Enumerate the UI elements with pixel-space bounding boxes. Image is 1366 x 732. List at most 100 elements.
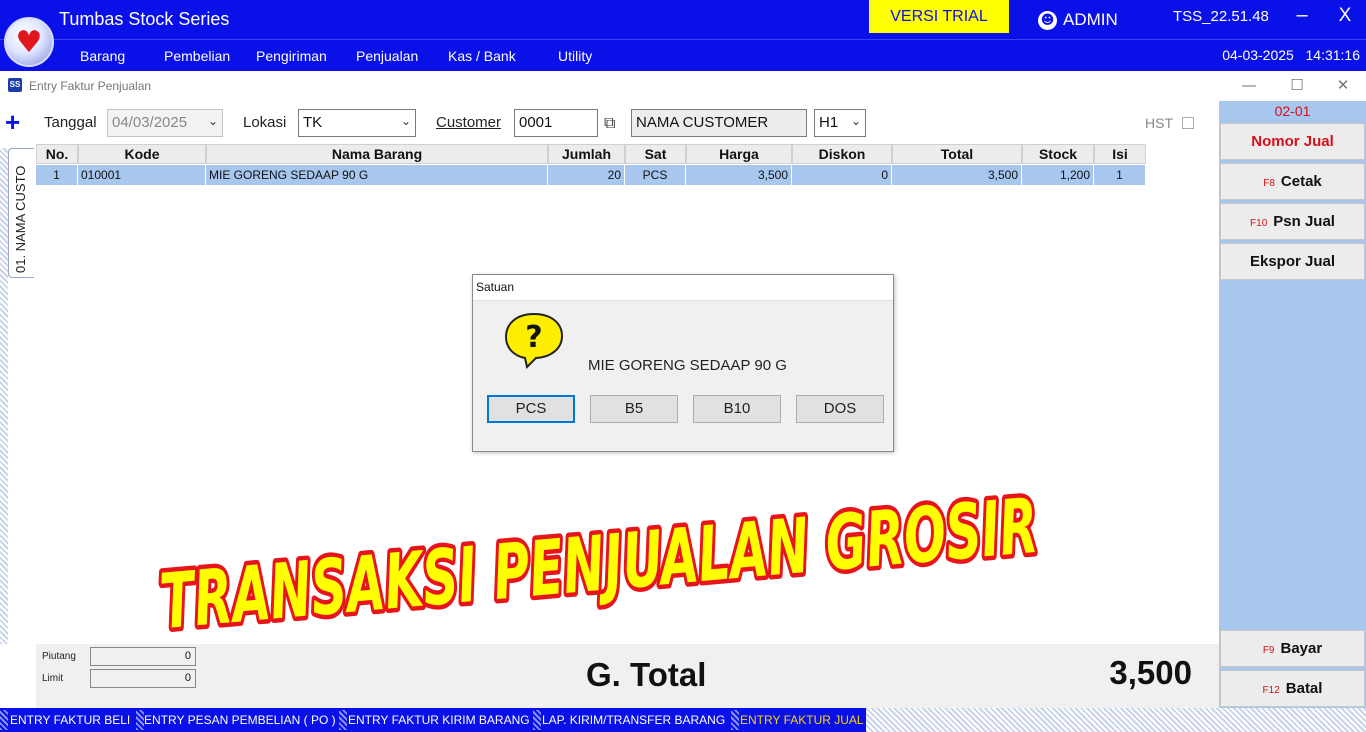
menu-barang[interactable]: Barang [80, 48, 125, 64]
col-header-kode[interactable]: Kode [78, 144, 206, 164]
window-minimize-button[interactable]: — [1241, 76, 1257, 94]
task-separator [339, 710, 347, 730]
customer-code-input[interactable]: 0001 [514, 109, 598, 137]
app-window: Tumbas Stock Series VERSI TRIAL ☻ ADMIN … [0, 0, 1366, 732]
col-header-harga[interactable]: Harga [686, 144, 792, 164]
table-row-cell-stock[interactable]: 1,200 [1022, 165, 1094, 185]
taskbar-filler [866, 708, 1366, 732]
task-entry-faktur-jual[interactable]: ENTRY FAKTUR JUAL [740, 711, 864, 729]
psn-jual-button[interactable]: F10 Psn Jual [1220, 203, 1365, 240]
cetak-shortcut: F8 [1263, 178, 1275, 189]
table-row-cell-harga[interactable]: 3,500 [686, 165, 792, 185]
psn-jual-label: Psn Jual [1273, 213, 1335, 230]
lokasi-value: TK [303, 114, 323, 131]
user-account[interactable]: ☻ ADMIN [1038, 10, 1118, 30]
copy-icon[interactable]: ⧉ [604, 113, 622, 133]
menu-pembelian[interactable]: Pembelian [164, 48, 230, 64]
nomor-jual-button[interactable]: Nomor Jual [1220, 123, 1365, 160]
tanggal-value: 04/03/2025 [112, 114, 188, 131]
price-level-value: H1 [819, 114, 839, 131]
question-balloon-icon: ? [504, 312, 564, 369]
tanggal-label: Tanggal [44, 114, 97, 131]
tanggal-field[interactable]: 04/03/2025 ⌄ [107, 109, 223, 137]
table-row-cell-jumlah[interactable]: 20 [548, 165, 625, 185]
batal-button[interactable]: F12 Batal [1220, 670, 1365, 707]
task-separator [0, 710, 8, 730]
col-header-sat[interactable]: Sat [625, 144, 686, 164]
task-entry-faktur-beli[interactable]: ENTRY FAKTUR BELI [10, 711, 130, 729]
menu-utility[interactable]: Utility [558, 48, 592, 64]
lokasi-select[interactable]: TK ⌄ [298, 109, 416, 137]
psn-jual-shortcut: F10 [1250, 218, 1268, 229]
window-maximize-button[interactable]: ☐ [1289, 76, 1305, 94]
svg-text:?: ? [525, 320, 542, 355]
bayar-button[interactable]: F9 Bayar [1220, 630, 1365, 667]
side-tab-label: 01. NAMA CUSTO [13, 165, 28, 273]
date-time: 04-03-2025 14:31:16 [1222, 47, 1360, 63]
banner-text: TRANSAKSI PENJUALAN GROSIR [157, 481, 1041, 632]
customer-side-tab[interactable]: 01. NAMA CUSTO [8, 148, 34, 278]
title-bar: Tumbas Stock Series VERSI TRIAL ☻ ADMIN … [0, 0, 1366, 39]
task-lap-kirim-transfer[interactable]: LAP. KIRIM/TRANSFER BARANG [542, 711, 725, 729]
limit-field: 0 [90, 669, 196, 688]
app-logo: ♥ [4, 17, 54, 67]
task-entry-faktur-kirim[interactable]: ENTRY FAKTUR KIRIM BARANG [348, 711, 530, 729]
chevron-down-icon: ⌄ [207, 114, 218, 128]
col-header-stock[interactable]: Stock [1022, 144, 1094, 164]
close-button[interactable]: X [1335, 5, 1355, 27]
batal-label: Batal [1285, 680, 1323, 697]
version-label: TSS_22.51.48 [1173, 8, 1269, 25]
bayar-label: Bayar [1280, 640, 1323, 657]
col-header-total[interactable]: Total [892, 144, 1022, 164]
task-separator [533, 710, 541, 730]
col-header-diskon[interactable]: Diskon [792, 144, 892, 164]
table-row-cell-sat[interactable]: PCS [625, 165, 686, 185]
table-row-cell-total[interactable]: 3,500 [892, 165, 1022, 185]
trial-badge: VERSI TRIAL [869, 0, 1009, 33]
menu-kas-bank[interactable]: Kas / Bank [448, 48, 516, 64]
table-row-cell-kode[interactable]: 010001 [78, 165, 206, 185]
cetak-label: Cetak [1280, 173, 1322, 190]
grand-total-value: 3,500 [1109, 654, 1192, 691]
hst-checkbox[interactable] [1182, 117, 1194, 129]
lokasi-label: Lokasi [243, 114, 287, 131]
table-row-cell-isi[interactable]: 1 [1094, 165, 1146, 185]
grand-total-label: G. Total [586, 656, 707, 693]
unit-b5-button[interactable]: B5 [590, 395, 678, 423]
price-level-select[interactable]: H1 ⌄ [814, 109, 866, 137]
dialog-title: Satuan [473, 275, 893, 301]
user-icon: ☻ [1038, 10, 1057, 30]
minimize-button[interactable]: – [1292, 4, 1312, 27]
table-row-cell-nama-barang[interactable]: MIE GORENG SEDAAP 90 G [206, 165, 548, 185]
unit-b10-button[interactable]: B10 [693, 395, 781, 423]
user-name: ADMIN [1063, 10, 1118, 29]
col-header-no[interactable]: No. [36, 144, 78, 164]
chevron-down-icon: ⌄ [850, 114, 861, 128]
ekspor-jual-label: Ekspor Jual [1249, 253, 1336, 270]
chevron-down-icon: ⌄ [400, 114, 411, 128]
col-header-jumlah[interactable]: Jumlah [548, 144, 625, 164]
current-time: 14:31:16 [1305, 47, 1361, 63]
nomor-jual-label: Nomor Jual [1251, 133, 1334, 150]
batal-shortcut: F12 [1262, 685, 1280, 696]
add-icon[interactable]: + [5, 109, 20, 135]
col-header-nama-barang[interactable]: Nama Barang [206, 144, 548, 164]
app-title: Tumbas Stock Series [59, 9, 230, 29]
task-entry-pesan-pembelian[interactable]: ENTRY PESAN PEMBELIAN ( PO ) [144, 711, 336, 729]
task-separator [731, 710, 739, 730]
window-app-icon: SS [8, 78, 22, 92]
table-row-cell-no[interactable]: 1 [36, 165, 78, 185]
customer-name-field: NAMA CUSTOMER [631, 109, 807, 137]
satuan-dialog: Satuan ? MIE GORENG SEDAAP 90 G PCS B5 B… [472, 274, 894, 452]
hst-label: HST [1145, 115, 1173, 131]
col-header-isi[interactable]: Isi [1094, 144, 1146, 164]
current-date: 04-03-2025 [1222, 47, 1294, 63]
menu-penjualan[interactable]: Penjualan [356, 48, 418, 64]
window-close-button[interactable]: ✕ [1335, 76, 1351, 94]
ekspor-jual-button[interactable]: Ekspor Jual [1220, 243, 1365, 280]
table-row-cell-diskon[interactable]: 0 [792, 165, 892, 185]
unit-pcs-button[interactable]: PCS [487, 395, 575, 423]
cetak-button[interactable]: F8 Cetak [1220, 163, 1365, 200]
unit-dos-button[interactable]: DOS [796, 395, 884, 423]
menu-pengiriman[interactable]: Pengiriman [256, 48, 327, 64]
